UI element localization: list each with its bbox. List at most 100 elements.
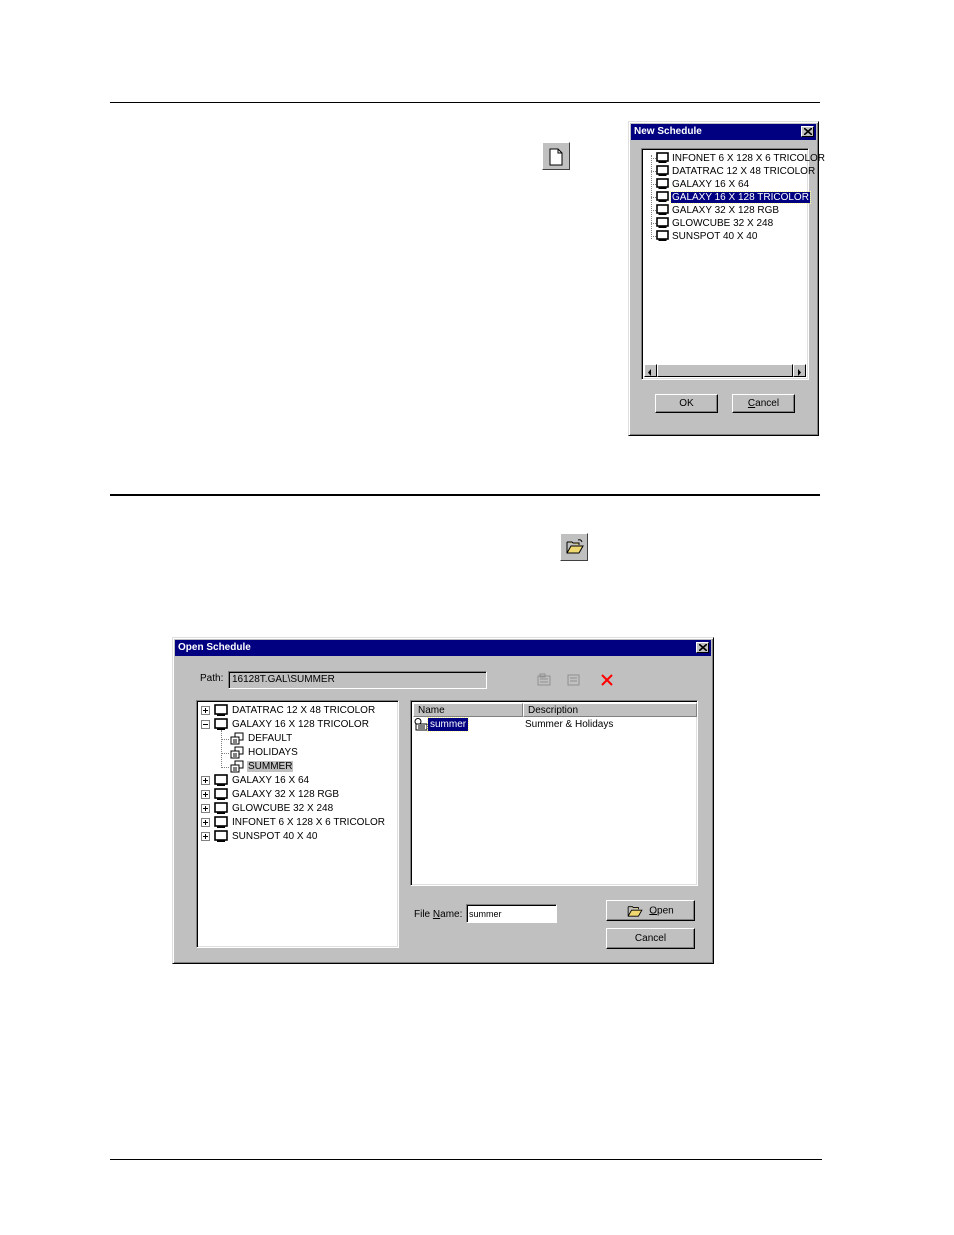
monitor-icon (214, 802, 228, 814)
expand-icon[interactable] (201, 790, 210, 799)
monitor-icon (214, 830, 228, 842)
monitor-icon (656, 178, 669, 190)
scroll-left-button[interactable] (644, 364, 657, 377)
column-header-name[interactable]: Name (413, 703, 523, 717)
device-list-item[interactable]: GALAXY 16 X 64 (651, 178, 750, 191)
tree-connector (221, 730, 222, 766)
folder-copy-icon[interactable] (537, 673, 553, 687)
tree-item-label: INFONET 6 X 128 X 6 TRICOLOR (232, 817, 386, 829)
tree-connector (221, 739, 229, 740)
device-list-item[interactable]: GLOWCUBE 32 X 248 (651, 217, 774, 230)
top-rule (110, 102, 820, 103)
expand-icon[interactable] (201, 706, 210, 715)
open-folder-icon (566, 539, 584, 554)
new-document-toolbar-button[interactable] (542, 142, 570, 170)
schedule-icon (230, 732, 244, 745)
open-folder-icon (627, 905, 643, 917)
tree-item-device[interactable]: GLOWCUBE 32 X 248 (201, 802, 334, 815)
tree-item-device[interactable]: SUNSPOT 40 X 40 (201, 830, 318, 843)
new-schedule-titlebar: New Schedule (631, 124, 816, 140)
tree-connector (221, 753, 229, 754)
open-schedule-close-button[interactable] (696, 642, 709, 653)
device-list-item[interactable]: GALAXY 32 X 128 RGB (651, 204, 780, 217)
path-label: Path: (200, 673, 224, 684)
tree-item-device[interactable]: INFONET 6 X 128 X 6 TRICOLOR (201, 816, 386, 829)
expand-icon[interactable] (201, 804, 210, 813)
tree-item-label: SUMMER (247, 761, 294, 773)
tree-connector (651, 223, 656, 224)
device-list-item-label: GALAXY 16 X 64 (672, 179, 750, 190)
scroll-thumb[interactable] (657, 364, 793, 377)
file-name-input[interactable] (466, 904, 557, 923)
tree-item-label: GALAXY 16 X 64 (232, 775, 310, 787)
device-list-item-label: SUNSPOT 40 X 40 (672, 231, 758, 242)
tree-connector (651, 197, 656, 198)
close-icon (804, 128, 812, 135)
schedule-list-pane[interactable]: Name Description summer Summer & Holiday… (410, 700, 698, 886)
monitor-icon (214, 718, 228, 730)
schedule-icon (230, 760, 244, 773)
new-schedule-dialog: New Schedule INFONET 6 X 128 X 6 TRICOLO… (628, 121, 825, 436)
device-list-item-label: DATATRAC 12 X 48 TRICOLOR (672, 166, 816, 177)
tree-item-body (214, 718, 228, 730)
new-schedule-hscrollbar[interactable] (644, 364, 806, 377)
tree-item-device[interactable]: DATATRAC 12 X 48 TRICOLOR (201, 704, 376, 717)
tree-item-label: GALAXY 16 X 128 TRICOLOR (232, 719, 369, 731)
collapse-icon[interactable] (201, 720, 210, 729)
device-list-item[interactable]: INFONET 6 X 128 X 6 TRICOLOR (651, 152, 826, 165)
path-value: 16128T.GAL\SUMMER (232, 674, 335, 685)
device-list-item-label: GALAXY 32 X 128 RGB (672, 205, 780, 216)
schedule-tree-pane[interactable]: DATATRAC 12 X 48 TRICOLOR GALAXY 16 X 128… (196, 700, 399, 948)
folder-paste-icon[interactable] (566, 673, 582, 687)
open-schedule-titlebar: Open Schedule (175, 640, 711, 656)
tree-item-device[interactable]: GALAXY 32 X 128 RGB (201, 788, 340, 801)
middle-rule (110, 494, 820, 496)
new-schedule-close-button[interactable] (801, 126, 814, 137)
device-list-item[interactable]: SUNSPOT 40 X 40 (651, 230, 758, 243)
expand-icon[interactable] (201, 832, 210, 841)
tree-item-label: HOLIDAYS (248, 747, 298, 759)
file-name-label-post: ame: (440, 909, 463, 920)
new-schedule-device-list[interactable]: INFONET 6 X 128 X 6 TRICOLOR DATATRAC 12 … (641, 148, 825, 380)
new-schedule-cancel-button[interactable]: Cancel (732, 394, 795, 413)
tree-connector (651, 184, 656, 185)
monitor-icon (656, 191, 669, 203)
tree-item-device[interactable]: GALAXY 16 X 128 TRICOLOR (201, 718, 370, 731)
tree-item-schedule[interactable]: DEFAULT (221, 732, 293, 745)
file-name-label: File Name: (414, 909, 462, 920)
close-icon (699, 644, 707, 651)
monitor-icon (656, 230, 669, 242)
scroll-right-button[interactable] (793, 364, 806, 377)
column-header-description[interactable]: Description (523, 703, 697, 717)
tree-item-schedule[interactable]: HOLIDAYS (221, 746, 299, 759)
delete-x-icon[interactable] (600, 673, 614, 687)
expand-icon[interactable] (201, 818, 210, 827)
list-item[interactable]: summer Summer & Holidays (414, 717, 694, 732)
new-schedule-title: New Schedule (634, 126, 702, 137)
tree-connector (221, 767, 229, 768)
tree-item-device[interactable]: GALAXY 16 X 64 (201, 774, 310, 787)
open-accel: O (649, 905, 658, 917)
open-folder-toolbar-button[interactable] (560, 533, 588, 561)
tree-connector (651, 236, 656, 237)
tree-item-body (214, 802, 228, 814)
open-rest: pen (657, 905, 674, 917)
expand-icon[interactable] (201, 776, 210, 785)
device-list-item-label: GALAXY 16 X 128 TRICOLOR (670, 191, 811, 204)
monitor-icon (214, 774, 228, 786)
monitor-icon (214, 788, 228, 800)
cancel-rest: ancel (755, 398, 780, 409)
arrow-left-icon (648, 369, 651, 376)
device-list-item[interactable]: GALAXY 16 X 128 TRICOLOR (651, 191, 811, 204)
tree-item-label: GLOWCUBE 32 X 248 (232, 803, 334, 815)
tree-item-body (214, 704, 228, 716)
file-name-label-pre: File (414, 909, 433, 920)
open-schedule-cancel-button[interactable]: Cancel (606, 928, 695, 949)
open-button[interactable]: Open (606, 900, 695, 921)
tree-item-body (214, 816, 228, 828)
monitor-icon (214, 816, 228, 828)
tree-item-schedule[interactable]: SUMMER (221, 760, 294, 773)
new-schedule-ok-button[interactable]: OK (655, 394, 718, 413)
list-item-description: Summer & Holidays (525, 719, 614, 730)
device-list-item[interactable]: DATATRAC 12 X 48 TRICOLOR (651, 165, 816, 178)
